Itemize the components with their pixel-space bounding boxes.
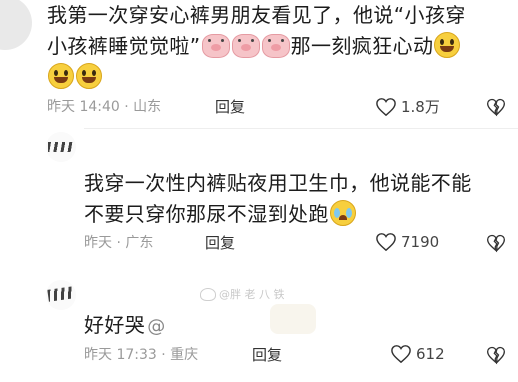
comment-location: 山东 <box>133 99 162 115</box>
avatar[interactable] <box>46 280 76 310</box>
grinning-face-emoji-icon <box>76 63 102 89</box>
heart-outline-icon <box>376 97 396 116</box>
comment-meta: 昨天 · 广东 <box>84 234 153 252</box>
broken-heart-icon <box>486 234 506 253</box>
reply-button[interactable]: 回复 <box>205 234 235 252</box>
reply-button[interactable]: 回复 <box>215 98 245 116</box>
comment-line: 小孩裤睡觉觉啦” <box>47 34 201 58</box>
comment-item-1: 我第一次穿安心裤男朋友看见了，他说“小孩穿 小孩裤睡觉觉啦” 那一刻疯狂心动 昨天… <box>0 0 518 126</box>
comment-location: 重庆 <box>170 347 199 363</box>
like-count: 7190 <box>401 233 440 251</box>
comment-text: 我穿一次性内裤贴夜用卫生巾，他说能不能 不要只穿你那尿不湿到处跑 <box>84 168 514 230</box>
crying-laughing-emoji-icon <box>329 200 356 226</box>
comment-line: 不要只穿你那尿不湿到处跑 <box>84 202 329 226</box>
like-button[interactable]: 612 <box>390 344 445 364</box>
grinning-face-emoji-icon <box>48 63 74 89</box>
comment-item-2: 我穿一次性内裤贴夜用卫生巾，他说能不能 不要只穿你那尿不湿到处跑 昨天 · 广东… <box>0 130 518 264</box>
heart-outline-icon <box>376 233 396 252</box>
comment-time: 昨天 <box>84 235 112 251</box>
like-count: 1.8万 <box>401 98 440 116</box>
avatar[interactable] <box>46 132 76 162</box>
dislike-button[interactable] <box>486 345 506 369</box>
comment-time: 昨天 14:40 <box>47 99 120 115</box>
like-button[interactable]: 7190 <box>375 232 439 252</box>
comment-line: 好好哭 <box>84 313 146 337</box>
meta-separator: · <box>124 99 129 115</box>
comment-location: 广东 <box>125 235 154 251</box>
dislike-button[interactable] <box>486 233 506 257</box>
comment-divider <box>84 128 518 129</box>
comment-item-3: @胖 老 八 铁 好好哭 @ 昨天 17:33 · 重庆 回复 612 <box>0 266 518 382</box>
like-count: 612 <box>416 345 445 363</box>
pig-face-emoji-icon <box>201 34 230 58</box>
watermark: @胖 老 八 铁 <box>200 286 285 302</box>
broken-heart-icon <box>486 98 506 117</box>
mention-at-symbol: @ <box>147 316 166 337</box>
comment-meta: 昨天 17:33 · 重庆 <box>84 346 198 364</box>
comment-line: 那一刻疯狂心动 <box>290 34 434 58</box>
comment-text: 好好哭 @ <box>84 310 284 342</box>
comment-line: 我穿一次性内裤贴夜用卫生巾，他说能不能 <box>84 171 472 195</box>
comment-line: 我第一次穿安心裤男朋友看见了，他说“小孩穿 <box>47 3 466 27</box>
pig-face-emoji-icon <box>261 34 290 58</box>
dislike-button[interactable] <box>486 97 506 121</box>
pig-face-emoji-icon <box>231 34 260 58</box>
watermark-text: @胖 老 八 铁 <box>219 288 285 301</box>
reply-button[interactable]: 回复 <box>252 346 282 364</box>
comment-time: 昨天 17:33 <box>84 347 157 363</box>
weibo-icon <box>200 287 216 301</box>
comment-text: 我第一次穿安心裤男朋友看见了，他说“小孩穿 小孩裤睡觉觉啦” 那一刻疯狂心动 <box>47 0 517 93</box>
avatar[interactable] <box>0 0 32 50</box>
meta-separator: · <box>161 347 166 363</box>
comment-meta: 昨天 14:40 · 山东 <box>47 98 161 116</box>
heart-outline-icon <box>391 345 411 364</box>
broken-heart-icon <box>486 346 506 365</box>
meta-separator: · <box>116 235 121 251</box>
grinning-face-emoji-icon <box>434 32 461 58</box>
like-button[interactable]: 1.8万 <box>375 96 440 117</box>
